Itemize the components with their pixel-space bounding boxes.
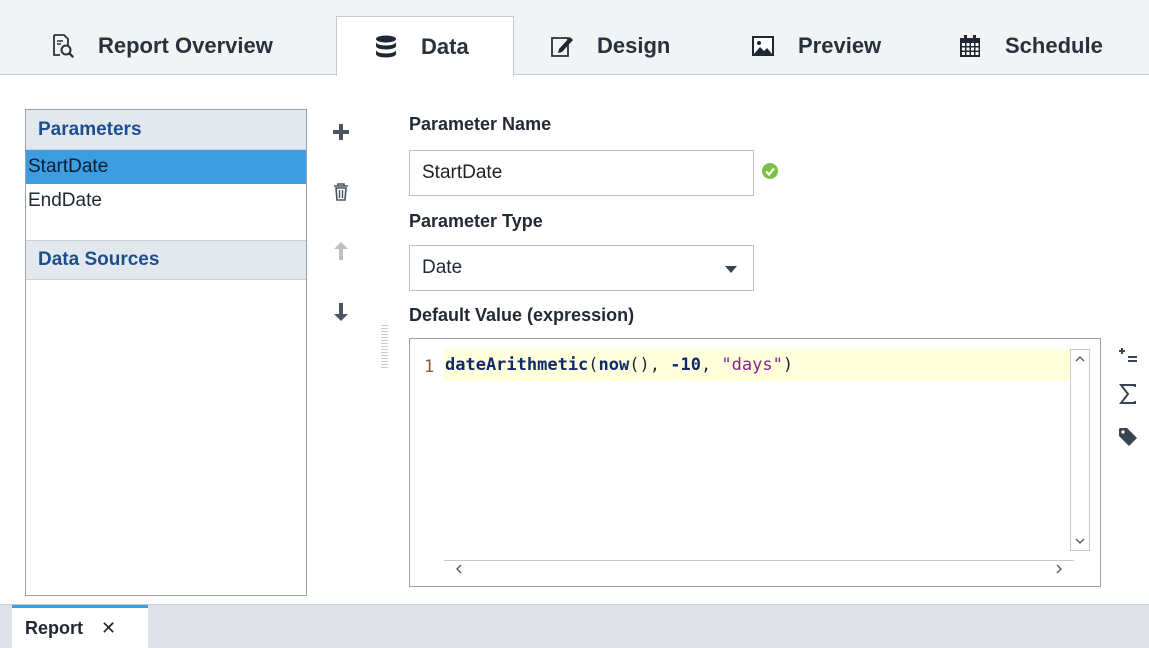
vertical-scrollbar[interactable]: [1070, 349, 1090, 551]
tab-data[interactable]: Data: [336, 16, 514, 76]
image-icon: [750, 33, 776, 59]
parameter-type-label: Parameter Type: [409, 211, 543, 231]
valid-check-icon: [762, 163, 778, 179]
tab-bar: Report Overview Data Design Preview Sche…: [0, 0, 1149, 76]
plus-icon: [333, 123, 349, 145]
tab-label: Data: [421, 33, 469, 59]
tab-label: Schedule: [1005, 33, 1103, 58]
panel-resize-grip[interactable]: [381, 325, 388, 369]
default-value-label: Default Value (expression): [409, 305, 635, 325]
chevron-down-icon: [725, 266, 737, 273]
expression-editor[interactable]: 1 dateArithmetic(now(), -10, "days"): [409, 338, 1101, 587]
arrow-down-icon: [334, 302, 348, 326]
code-string: "days": [721, 355, 783, 375]
tab-report-overview[interactable]: Report Overview: [50, 16, 273, 76]
parameter-name-input[interactable]: [409, 150, 754, 196]
report-tab[interactable]: Report ✕: [12, 605, 148, 648]
move-down-button[interactable]: [330, 302, 352, 326]
code-function: dateArithmetic: [445, 355, 589, 375]
tab-schedule[interactable]: Schedule: [957, 16, 1103, 76]
list-item-enddate[interactable]: EndDate: [26, 184, 306, 218]
bottom-tab-bar: Report ✕: [0, 604, 1149, 648]
list-item-startdate[interactable]: StartDate: [26, 150, 306, 184]
move-up-button[interactable]: [330, 241, 352, 265]
horizontal-scrollbar[interactable]: [444, 560, 1074, 576]
tag-browser-button[interactable]: [1116, 427, 1140, 451]
line-gutter: 1: [410, 339, 444, 586]
code-punct: ,: [700, 355, 722, 375]
design-pencil-icon: [549, 33, 575, 59]
insert-property-icon: [1118, 346, 1138, 371]
report-tab-label: Report: [25, 618, 83, 638]
arrow-up-icon: [334, 241, 348, 265]
parameters-list-panel: Parameters StartDate EndDate Data Source…: [25, 109, 307, 596]
tab-label: Report Overview: [98, 33, 273, 58]
scroll-down-icon[interactable]: [1071, 532, 1089, 550]
tab-label: Design: [597, 33, 671, 58]
scroll-left-icon[interactable]: [450, 561, 468, 577]
functions-button[interactable]: [1116, 383, 1140, 409]
data-sources-header: Data Sources: [26, 240, 306, 280]
tab-design[interactable]: Design: [549, 16, 670, 76]
sigma-icon: [1118, 383, 1137, 409]
code-punct: (: [588, 355, 599, 375]
parameter-type-value: Date: [422, 257, 463, 278]
code-punct: (),: [629, 355, 671, 375]
search-document-icon: [50, 33, 76, 59]
trash-icon: [333, 182, 349, 206]
parameter-name-label: Parameter Name: [409, 114, 552, 134]
parameter-type-select[interactable]: Date: [409, 245, 754, 291]
insert-property-button[interactable]: [1116, 346, 1140, 370]
database-icon: [373, 34, 399, 60]
code-line[interactable]: dateArithmetic(now(), -10, "days"): [445, 355, 793, 375]
scroll-right-icon[interactable]: [1050, 561, 1068, 577]
calendar-icon: [957, 33, 983, 59]
tab-preview[interactable]: Preview: [750, 16, 881, 76]
add-parameter-button[interactable]: [330, 123, 352, 145]
scroll-up-icon[interactable]: [1071, 350, 1089, 368]
close-icon[interactable]: ✕: [101, 618, 116, 639]
tag-icon: [1118, 427, 1138, 452]
code-number: -10: [670, 355, 701, 375]
parameters-header: Parameters: [26, 110, 306, 150]
code-punct: ): [782, 355, 794, 375]
tab-label: Preview: [798, 33, 882, 58]
code-function: now: [598, 355, 630, 375]
delete-parameter-button[interactable]: [330, 182, 352, 206]
line-number: 1: [424, 357, 435, 377]
